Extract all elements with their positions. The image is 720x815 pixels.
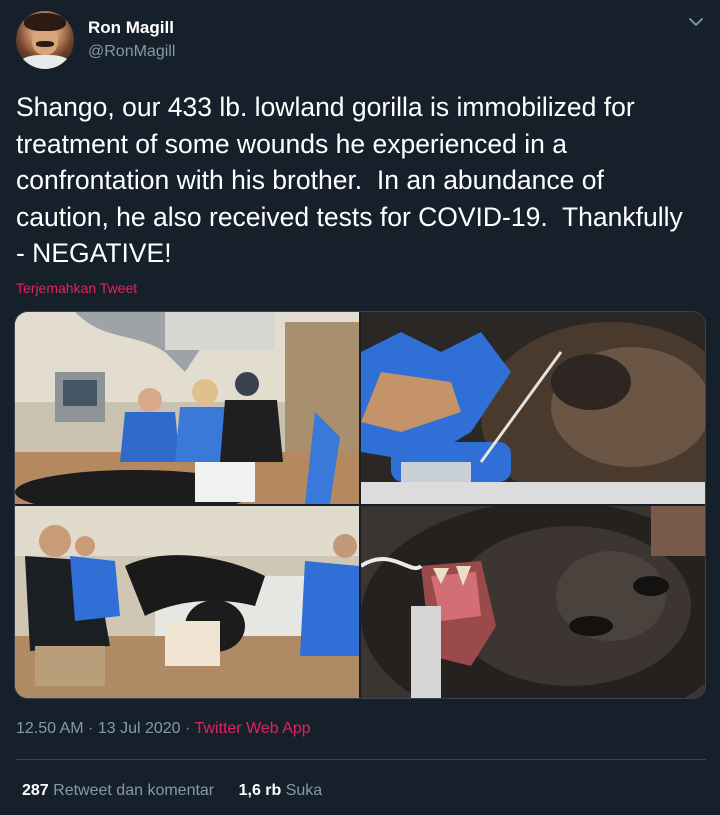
tweet-meta: 12.50 AM · 13 Jul 2020 · Twitter Web App: [16, 720, 311, 738]
translate-tweet-link[interactable]: Terjemahkan Tweet: [16, 280, 137, 296]
media-photo-gorilla-on-table[interactable]: [15, 506, 359, 698]
tweet-source-link[interactable]: Twitter Web App: [195, 720, 311, 737]
likes-label: Suka: [285, 782, 323, 799]
tweet-stats: 287 Retweet dan komentar 1,6 rb Suka: [22, 782, 342, 800]
media-grid: [14, 311, 706, 699]
tweet-card: Ron Magill @RonMagill Shango, our 433 lb…: [0, 0, 720, 815]
chevron-down-icon[interactable]: [686, 12, 706, 32]
tweet-text: Shango, our 433 lb. lowland gorilla is i…: [16, 92, 683, 268]
media-photo-gloved-hands[interactable]: [361, 312, 705, 504]
divider: [16, 759, 706, 760]
retweets-label: Retweet dan komentar: [53, 782, 215, 799]
retweets-stat[interactable]: 287 Retweet dan komentar: [22, 782, 214, 799]
author-names[interactable]: Ron Magill @RonMagill: [88, 17, 175, 62]
meta-separator: ·: [180, 720, 195, 737]
media-photo-vet-team[interactable]: [15, 312, 359, 504]
likes-stat[interactable]: 1,6 rb Suka: [239, 782, 323, 799]
media-photo-gorilla-face[interactable]: [361, 506, 705, 698]
likes-count: 1,6 rb: [238, 782, 282, 799]
avatar[interactable]: [16, 11, 74, 69]
author-handle[interactable]: @RonMagill: [88, 41, 175, 62]
retweets-count: 287: [22, 782, 49, 799]
author-display-name[interactable]: Ron Magill: [88, 17, 175, 38]
tweet-timestamp[interactable]: 12.50 AM · 13 Jul 2020: [16, 720, 181, 737]
tweet-header: Ron Magill @RonMagill: [14, 10, 706, 70]
